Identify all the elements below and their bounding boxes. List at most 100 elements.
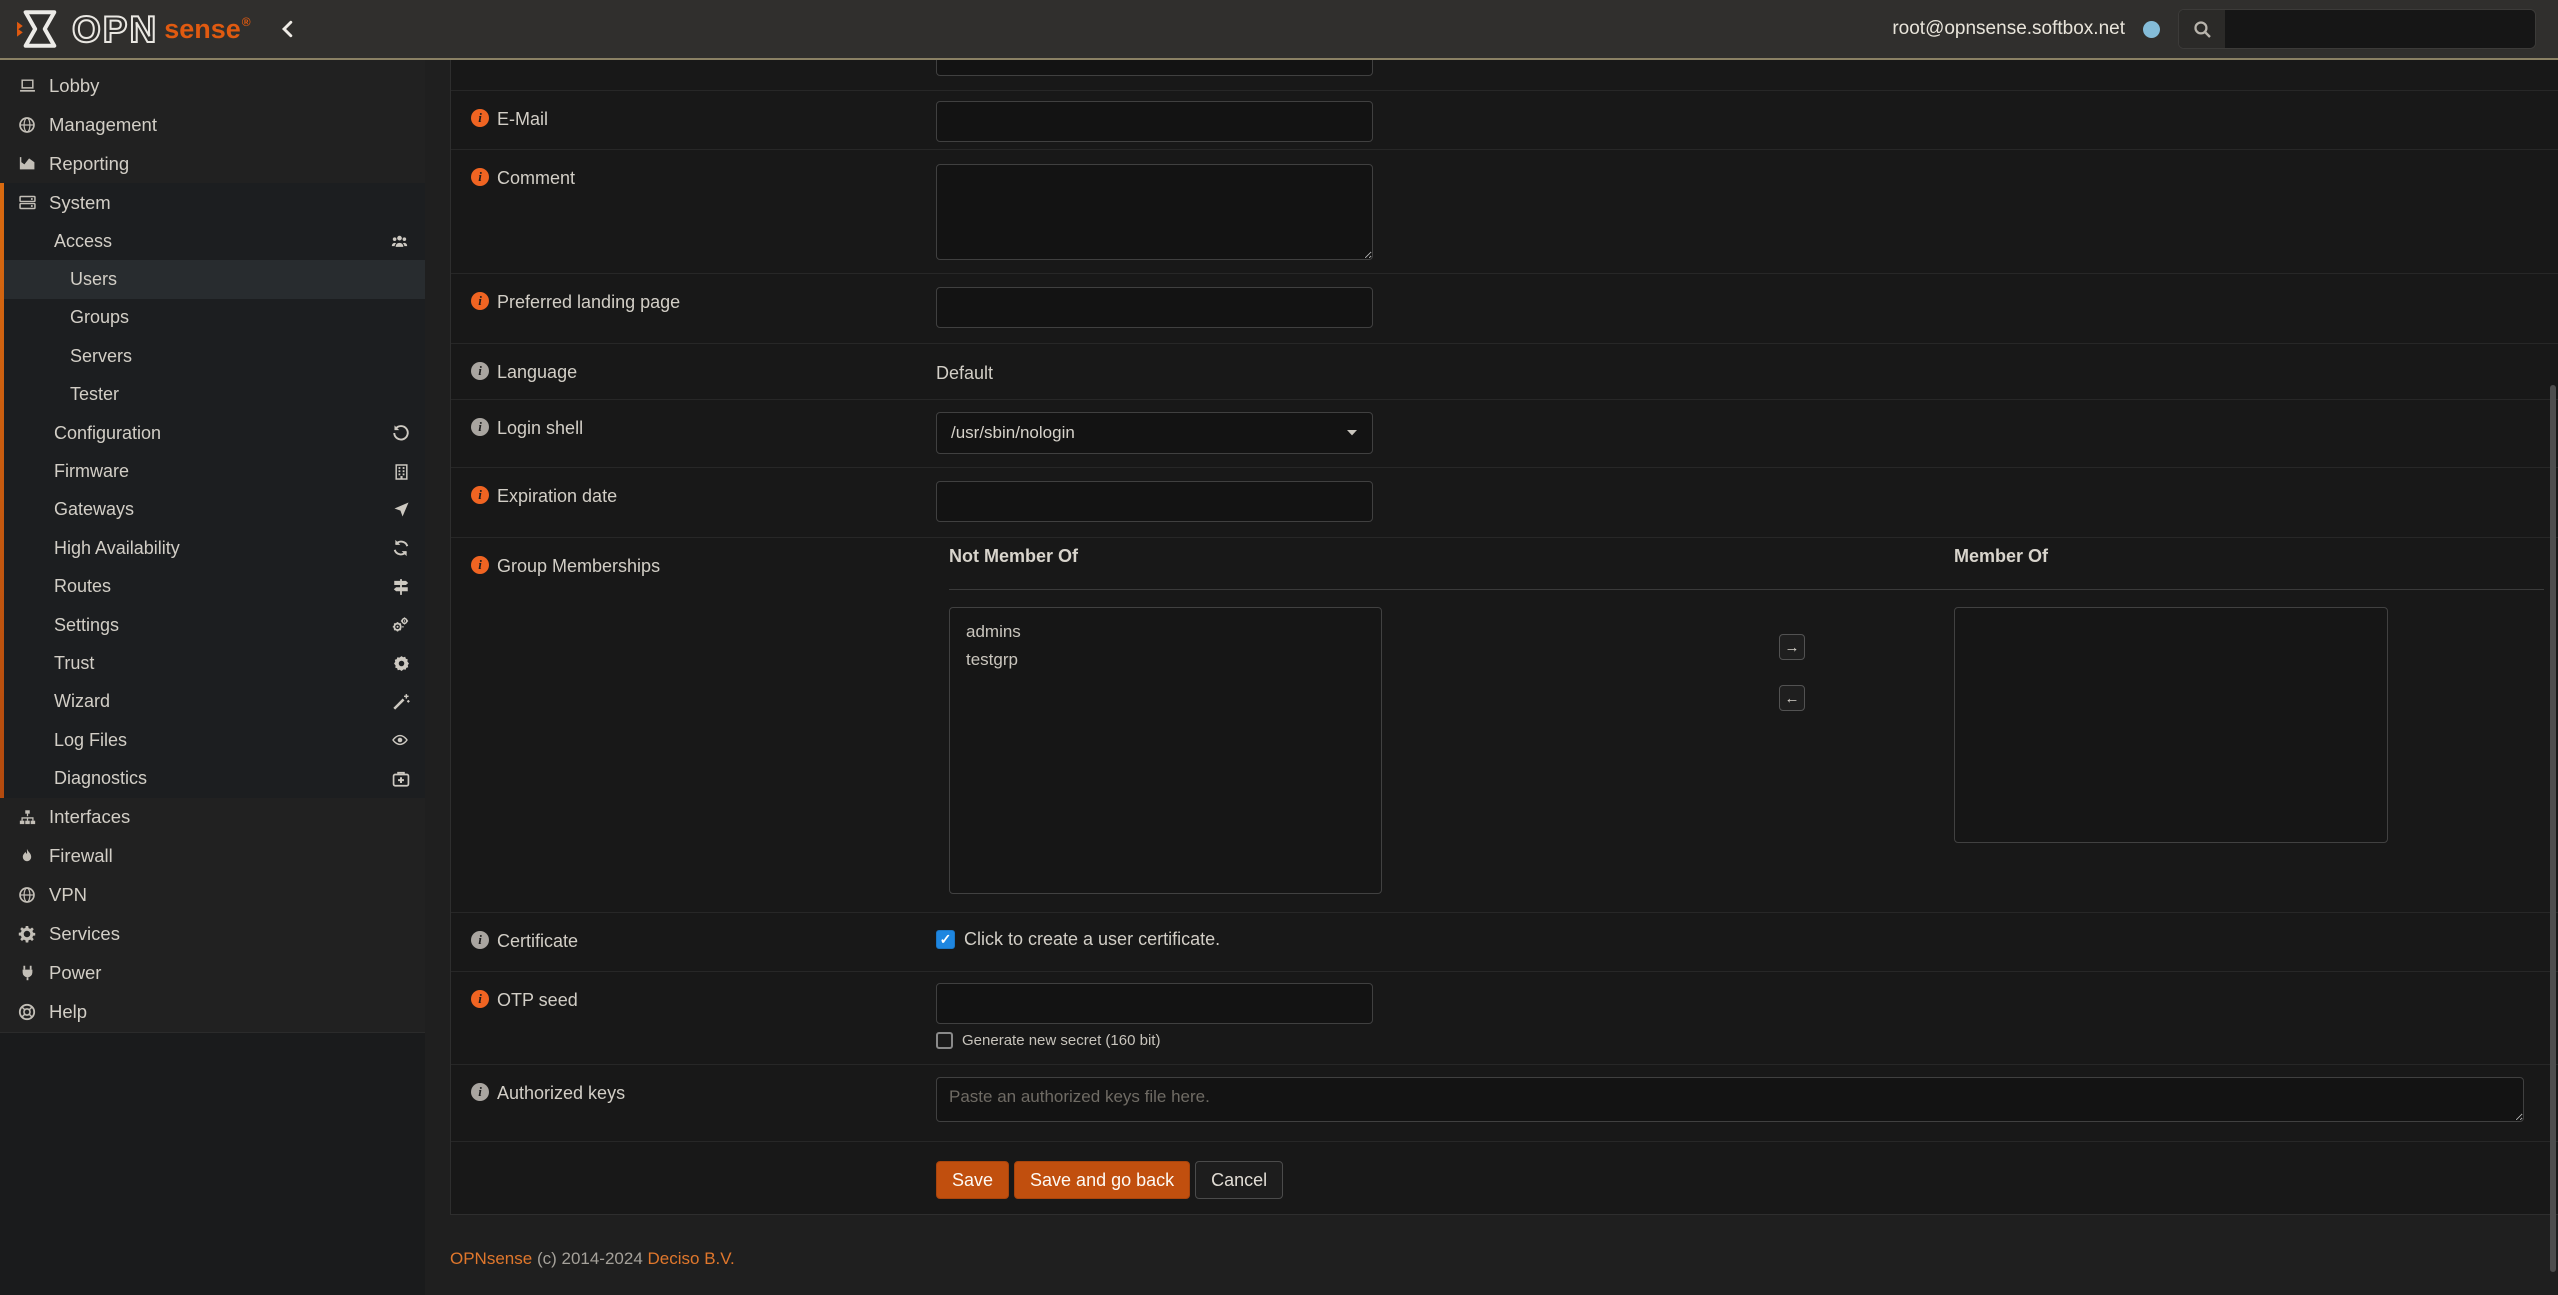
generate-secret-checkbox[interactable]: Generate new secret (160 bit) — [936, 1032, 1160, 1049]
sitemap-icon — [13, 809, 41, 826]
create-certificate-checkbox[interactable]: ✓ Click to create a user certificate. — [936, 929, 1220, 950]
checkbox-label: Generate new secret (160 bit) — [962, 1032, 1160, 1049]
sidebar-item-label: Services — [49, 923, 120, 945]
search-input[interactable] — [2225, 10, 2535, 48]
info-icon[interactable]: i — [471, 556, 489, 574]
field-label: Preferred landing page — [497, 291, 680, 313]
sidebar-item-log-files[interactable]: Log Files — [0, 721, 425, 759]
list-item[interactable]: testgrp — [950, 646, 1381, 674]
otp-seed-input[interactable] — [936, 983, 1373, 1024]
sidebar-item-management[interactable]: Management — [0, 105, 425, 144]
deciso-footer-link[interactable]: Deciso B.V. — [648, 1249, 735, 1268]
sidebar-item-servers[interactable]: Servers — [0, 337, 425, 375]
sidebar-item-tester[interactable]: Tester — [0, 376, 425, 414]
location-arrow-icon — [393, 501, 410, 518]
sidebar-item-gateways[interactable]: Gateways — [0, 491, 425, 529]
authorized-keys-textarea[interactable] — [936, 1077, 2524, 1122]
sidebar-item-interfaces[interactable]: Interfaces — [0, 798, 425, 837]
globe-icon — [13, 116, 41, 134]
sidebar-item-power[interactable]: Power — [0, 954, 425, 993]
form-row-expiration: i Expiration date — [451, 468, 2558, 538]
chevron-left-icon — [279, 19, 297, 39]
sidebar-item-label: Users — [70, 269, 117, 290]
comment-textarea[interactable] — [936, 164, 1373, 260]
move-right-button[interactable]: → — [1779, 634, 1805, 660]
sidebar-item-wizard[interactable]: Wizard — [0, 683, 425, 721]
landing-page-input[interactable] — [936, 287, 1373, 328]
move-left-button[interactable]: ← — [1779, 685, 1805, 711]
sidebar-item-configuration[interactable]: Configuration — [0, 414, 425, 452]
save-and-go-back-button[interactable]: Save and go back — [1014, 1161, 1190, 1199]
info-icon[interactable]: i — [471, 292, 489, 310]
arrow-right-icon: → — [1785, 639, 1800, 656]
opnsense-footer-link[interactable]: OPNsense — [450, 1249, 532, 1268]
sidebar-item-diagnostics[interactable]: Diagnostics — [0, 759, 425, 797]
info-icon[interactable]: i — [471, 109, 489, 127]
life-ring-icon — [13, 1003, 41, 1021]
info-icon[interactable]: i — [471, 418, 489, 436]
sidebar-item-lobby[interactable]: Lobby — [0, 66, 425, 105]
fullname-input[interactable] — [936, 60, 1373, 76]
field-label: E-Mail — [497, 108, 548, 130]
info-icon[interactable]: i — [471, 486, 489, 504]
field-label: Authorized keys — [497, 1082, 625, 1104]
cancel-button[interactable]: Cancel — [1195, 1161, 1283, 1199]
sidebar-item-label: Settings — [54, 615, 119, 636]
sidebar-item-settings[interactable]: Settings — [0, 606, 425, 644]
sidebar-item-label: Wizard — [54, 691, 110, 712]
email-input[interactable] — [936, 101, 1373, 142]
fire-icon — [13, 847, 41, 865]
sidebar-item-routes[interactable]: Routes — [0, 568, 425, 606]
field-label: Expiration date — [497, 485, 617, 507]
sidebar-item-access[interactable]: Access — [0, 222, 425, 260]
user-edit-form: i E-Mail i Comment i Preferred landing p… — [450, 60, 2558, 1215]
member-of-listbox[interactable] — [1954, 607, 2388, 843]
sidebar-item-label: Log Files — [54, 730, 127, 751]
info-icon[interactable]: i — [471, 990, 489, 1008]
info-icon[interactable]: i — [471, 1083, 489, 1101]
caret-down-icon — [1346, 429, 1358, 437]
login-shell-value: /usr/sbin/nologin — [951, 423, 1075, 443]
checkbox-unchecked-icon — [936, 1032, 953, 1049]
medkit-icon — [392, 770, 410, 788]
opnsense-logo[interactable]: OPNsense® — [0, 8, 251, 50]
save-button[interactable]: Save — [936, 1161, 1009, 1199]
sidebar-item-help[interactable]: Help — [0, 993, 425, 1032]
not-member-of-listbox[interactable]: admins testgrp — [949, 607, 1382, 894]
sidebar-item-label: Diagnostics — [54, 768, 147, 789]
sidebar-nav: Lobby Management Reporting System Access — [0, 60, 425, 1295]
sidebar-item-groups[interactable]: Groups — [0, 299, 425, 337]
checkbox-checked-icon: ✓ — [936, 930, 955, 949]
sidebar-item-firewall[interactable]: Firewall — [0, 837, 425, 876]
sidebar-item-vpn[interactable]: VPN — [0, 876, 425, 915]
sidebar-collapse-button[interactable] — [279, 19, 297, 39]
field-label: OTP seed — [497, 989, 578, 1011]
member-of-header: Member Of — [1954, 546, 2048, 567]
expiration-date-input[interactable] — [936, 481, 1373, 522]
list-item[interactable]: admins — [950, 618, 1381, 646]
info-icon[interactable]: i — [471, 168, 489, 186]
sidebar-item-label: Power — [49, 962, 101, 984]
copyright-text: (c) 2014-2024 — [537, 1249, 643, 1268]
sidebar-item-label: System — [49, 192, 111, 214]
sidebar-item-high-availability[interactable]: High Availability — [0, 529, 425, 567]
sidebar-item-reporting[interactable]: Reporting — [0, 144, 425, 183]
status-dot[interactable] — [2143, 21, 2160, 38]
sidebar-item-label: Lobby — [49, 75, 99, 97]
opnsense-hourglass-icon — [16, 8, 62, 50]
refresh-icon — [392, 539, 410, 557]
login-shell-select[interactable]: /usr/sbin/nologin — [936, 412, 1373, 454]
sidebar-item-system[interactable]: System — [0, 183, 425, 222]
info-icon[interactable]: i — [471, 931, 489, 949]
sidebar-item-firmware[interactable]: Firmware — [0, 452, 425, 490]
info-icon[interactable]: i — [471, 362, 489, 380]
sidebar-item-trust[interactable]: Trust — [0, 644, 425, 682]
sidebar-item-services[interactable]: Services — [0, 915, 425, 954]
vertical-scrollbar-thumb[interactable] — [2550, 385, 2556, 1272]
sidebar-item-users[interactable]: Users — [0, 260, 425, 298]
sidebar-item-label: Reporting — [49, 153, 129, 175]
sidebar-item-label: Access — [54, 231, 112, 252]
laptop-icon — [13, 77, 41, 94]
certificate-icon — [393, 655, 410, 672]
sidebar-item-label: Firmware — [54, 461, 129, 482]
